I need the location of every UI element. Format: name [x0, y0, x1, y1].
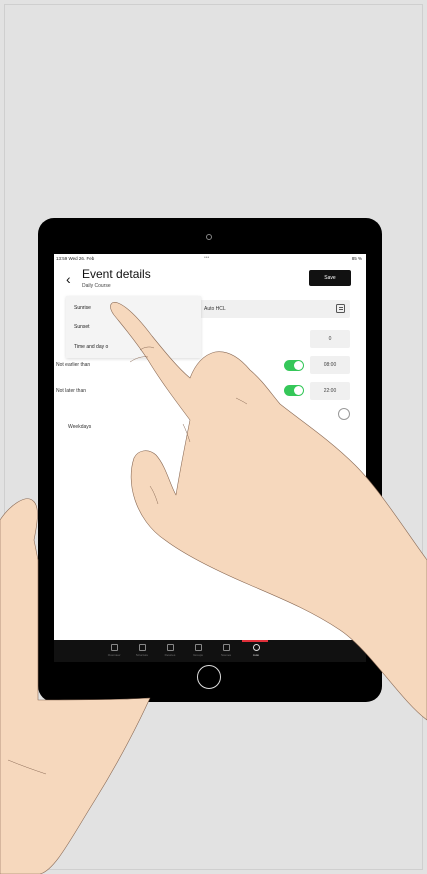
- chevron-left-icon[interactable]: ‹: [66, 272, 71, 286]
- active-tab-indicator: [242, 640, 268, 642]
- weekdays-label: Weekdays: [68, 424, 92, 430]
- app-screen: 13:59 Wed 26. Feb ••• 85 % ‹ Event detai…: [54, 254, 366, 662]
- status-time: 13:59 Wed 26. Feb: [56, 256, 95, 261]
- nav-item-label: Devices: [164, 653, 176, 657]
- nav-item-auto[interactable]: Auto: [242, 644, 270, 660]
- trigger-select[interactable]: Auto HCL: [200, 300, 350, 318]
- battery-level: 85 %: [351, 256, 362, 261]
- nav-item-label: Structure: [135, 653, 149, 657]
- status-bar: 13:59 Wed 26. Feb ••• 85 %: [54, 254, 366, 264]
- home-button[interactable]: [197, 665, 221, 689]
- layers-icon: [138, 644, 146, 651]
- calendar-edit-icon[interactable]: [336, 304, 345, 313]
- layout-icon: [110, 644, 118, 651]
- not-later-time[interactable]: 22:00: [310, 382, 350, 400]
- groups-icon: [194, 644, 202, 651]
- nav-item-label: Groups: [193, 653, 203, 657]
- trigger-select-value: Auto HCL: [204, 306, 226, 312]
- auto-icon: [252, 644, 260, 651]
- offset-field[interactable]: 0: [310, 330, 350, 348]
- trigger-dropdown: Sunrise Sunset Time and day o: [66, 296, 201, 358]
- scenes-icon: [222, 644, 230, 651]
- nav-item-label: Scenes: [220, 653, 231, 657]
- not-earlier-label: Not earlier than: [56, 362, 91, 368]
- page-title: Event details: [82, 267, 151, 281]
- dropdown-option-time-and-day[interactable]: Time and day o: [74, 344, 108, 350]
- weekday-toggle[interactable]: [338, 408, 350, 420]
- camera-icon: [206, 234, 212, 240]
- nav-item-structure[interactable]: Structure: [128, 644, 156, 660]
- multitask-dots-icon: •••: [204, 255, 210, 261]
- dropdown-option-sunrise[interactable]: Sunrise: [74, 305, 91, 311]
- device-icon: [166, 644, 174, 651]
- dropdown-option-sunset[interactable]: Sunset: [74, 324, 90, 330]
- nav-item-label: Auto: [252, 653, 260, 657]
- page-subtitle: Daily Course: [82, 283, 111, 289]
- save-button[interactable]: Save: [309, 270, 351, 286]
- tablet-device: 13:59 Wed 26. Feb ••• 85 % ‹ Event detai…: [38, 218, 382, 702]
- nav-item-overview[interactable]: Overview: [100, 644, 128, 660]
- bottom-nav: Overview Structure Devices Groups Scenes…: [54, 640, 366, 662]
- nav-item-groups[interactable]: Groups: [184, 644, 212, 660]
- not-earlier-time[interactable]: 08:00: [310, 356, 350, 374]
- nav-item-devices[interactable]: Devices: [156, 644, 184, 660]
- not-later-label: Not later than: [56, 388, 87, 394]
- nav-item-scenes[interactable]: Scenes: [212, 644, 240, 660]
- not-earlier-toggle[interactable]: [284, 360, 304, 371]
- nav-item-label: Overview: [107, 653, 121, 657]
- not-later-toggle[interactable]: [284, 385, 304, 396]
